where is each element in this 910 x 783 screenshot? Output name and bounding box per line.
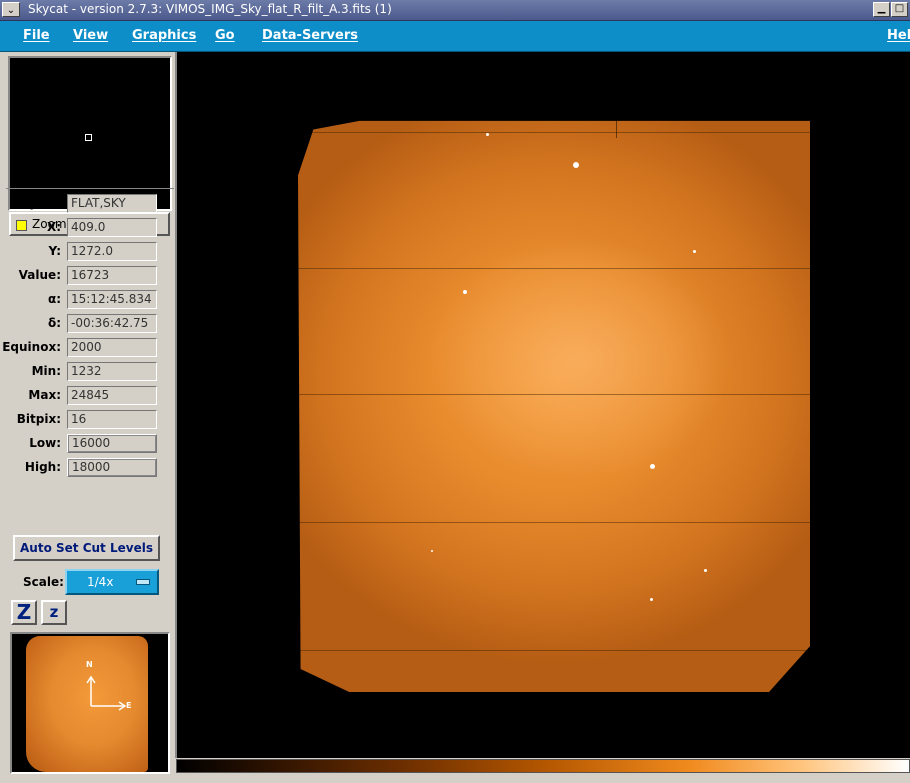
bitpix-label: Bitpix: — [16, 412, 61, 426]
dec-value: -00:36:42.75 — [67, 314, 157, 333]
zoom-out-button[interactable]: z — [41, 600, 67, 625]
star — [431, 550, 433, 552]
detector-row-line — [298, 132, 810, 133]
field-equinox: Equinox: 2000 — [2, 338, 174, 358]
min-value: 1232 — [67, 362, 157, 381]
auto-set-cut-levels-button[interactable]: Auto Set Cut Levels — [13, 535, 160, 561]
window-title: Skycat - version 2.7.3: VIMOS_IMG_Sky_fl… — [28, 2, 392, 16]
bitpix-value: 16 — [67, 410, 157, 429]
image-display[interactable] — [175, 52, 910, 758]
ra-label: α: — [47, 292, 61, 306]
star — [486, 133, 489, 136]
max-label: Max: — [28, 388, 61, 402]
y-label: Y: — [48, 244, 61, 258]
scale-label: Scale: — [23, 575, 64, 589]
field-x: X: 409.0 — [6, 218, 174, 238]
high-label: High: — [24, 460, 61, 474]
object-label: Object: — [12, 196, 61, 210]
scale-select[interactable]: 1/4x — [65, 569, 159, 595]
menu-data-servers[interactable]: Data-Servers — [262, 28, 358, 43]
star — [704, 569, 707, 572]
image-info-panel: Object: FLAT,SKY X: 409.0 Y: 1272.0 Valu… — [2, 188, 174, 577]
ra-value: 15:12:45.834 — [67, 290, 157, 309]
field-min: Min: 1232 — [6, 362, 174, 382]
fits-image — [298, 120, 810, 692]
equinox-value: 2000 — [67, 338, 157, 357]
menu-bar: File View Graphics Go Data-Servers Help — [0, 21, 910, 52]
object-value: FLAT,SKY — [67, 194, 157, 213]
field-dec: δ: -00:36:42.75 — [6, 314, 174, 334]
field-value: Value: 16723 — [6, 266, 174, 286]
detector-row-line — [298, 522, 810, 523]
field-high: High: 18000 — [6, 458, 174, 478]
zoom-in-button[interactable]: Z — [11, 600, 37, 625]
star — [573, 162, 579, 168]
detector-row-line — [298, 650, 810, 651]
compass-east-label: E — [126, 701, 132, 710]
minimize-icon[interactable]: ▁ — [873, 2, 890, 17]
equinox-label: Equinox: — [2, 340, 61, 354]
field-y: Y: 1272.0 — [6, 242, 174, 262]
x-value: 409.0 — [67, 218, 157, 237]
low-cut-input[interactable]: 16000 — [67, 434, 157, 453]
chevron-down-icon[interactable]: ⌄ — [2, 2, 20, 17]
dec-label: δ: — [47, 316, 61, 330]
max-value: 24845 — [67, 386, 157, 405]
low-label: Low: — [29, 436, 61, 450]
star — [650, 464, 655, 469]
field-bitpix: Bitpix: 16 — [6, 410, 174, 430]
field-low: Low: 16000 — [6, 434, 174, 454]
compass-icon — [86, 675, 127, 711]
detector-row-line — [298, 268, 810, 269]
y-value: 1272.0 — [67, 242, 157, 261]
star — [463, 290, 467, 294]
window-titlebar[interactable]: ⌄ Skycat - version 2.7.3: VIMOS_IMG_Sky_… — [0, 0, 910, 21]
star — [693, 250, 696, 253]
pan-window[interactable]: N E — [10, 632, 170, 774]
pixel-value: 16723 — [67, 266, 157, 285]
field-object: Object: FLAT,SKY — [6, 194, 174, 214]
detector-column-line — [616, 120, 617, 138]
min-label: Min: — [31, 364, 61, 378]
value-label: Value: — [18, 268, 61, 282]
detector-row-line — [298, 394, 810, 395]
menu-go[interactable]: Go — [215, 28, 235, 43]
compass-north-label: N — [86, 660, 93, 669]
maximize-icon[interactable]: □ — [891, 2, 908, 17]
colormap-bar[interactable] — [176, 759, 910, 773]
field-max: Max: 24845 — [6, 386, 174, 406]
star — [650, 598, 653, 601]
field-ra: α: 15:12:45.834 — [6, 290, 174, 310]
option-menu-indicator-icon — [136, 579, 150, 585]
x-label: X: — [46, 220, 61, 234]
menu-graphics[interactable]: Graphics — [132, 28, 196, 43]
scale-value: 1/4x — [87, 575, 114, 589]
high-cut-input[interactable]: 18000 — [67, 458, 157, 477]
status-strip — [176, 773, 910, 783]
menu-file[interactable]: File — [23, 28, 50, 43]
cursor-marker — [85, 134, 92, 141]
menu-help[interactable]: Help — [887, 28, 910, 43]
menu-view[interactable]: View — [73, 28, 108, 43]
